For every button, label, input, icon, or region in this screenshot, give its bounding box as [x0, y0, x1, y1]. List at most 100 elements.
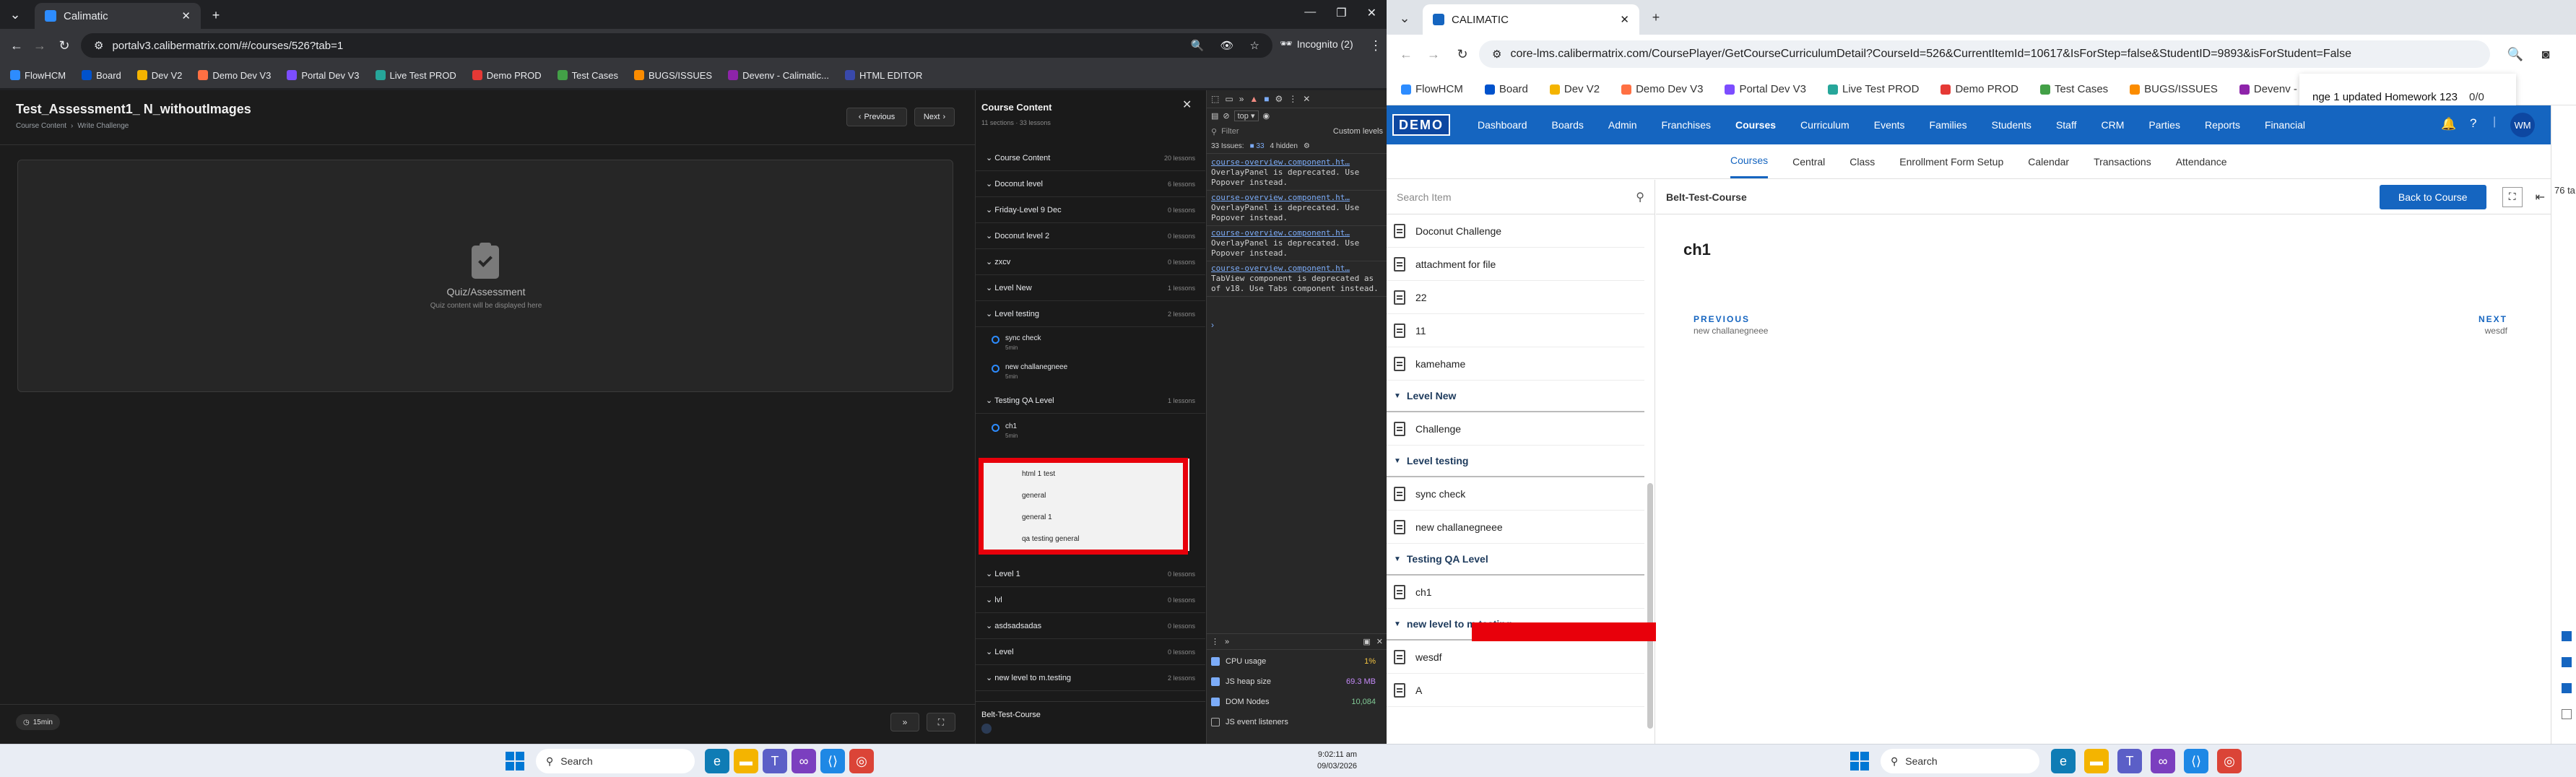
curriculum-section[interactable]: ▼ Testing QA Level [1387, 544, 1644, 576]
previous-button[interactable]: ‹ Previous [846, 108, 907, 126]
perf-metric-row[interactable]: JS event listeners [1207, 712, 1387, 732]
close-icon[interactable]: ✕ [1620, 13, 1629, 26]
edge-icon[interactable]: e [2051, 749, 2076, 773]
vscode-icon[interactable]: ⟨⟩ [820, 749, 845, 773]
bookmark-item[interactable]: Live Test PROD [1828, 83, 1919, 95]
back-icon[interactable]: ← [1395, 43, 1417, 65]
source-link[interactable]: course-overview.component.ht… [1211, 228, 1383, 238]
bookmark-item[interactable]: HTML EDITOR [845, 70, 922, 81]
left-tab-calimatic[interactable]: Calimatic ✕ [35, 3, 201, 29]
bookmark-star-icon[interactable]: ☆ [1250, 39, 1259, 52]
forward-icon[interactable]: → [29, 35, 51, 56]
curriculum-item[interactable]: sync check [1387, 477, 1644, 511]
lesson-item[interactable]: sync check 5min [976, 329, 1205, 357]
section-row[interactable]: ⌄ Doconut level 2 0 lessons [976, 223, 1205, 249]
section-row[interactable]: ⌄ Level New 1 lessons [976, 275, 1205, 301]
source-link[interactable]: course-overview.component.ht… [1211, 157, 1383, 168]
address-bar[interactable]: ⚙ portalv3.calibermatrix.com/#/courses/5… [81, 33, 1272, 58]
curriculum-item[interactable]: kamehame [1387, 347, 1644, 381]
checkbox-icon[interactable] [2562, 657, 2572, 667]
forward-icon[interactable]: → [1423, 43, 1444, 65]
address-bar[interactable]: ⚙ core-lms.calibermatrix.com/CoursePlaye… [1479, 40, 2490, 68]
bookmark-item[interactable]: BUGS/ISSUES [2130, 83, 2218, 95]
bookmark-item[interactable]: Portal Dev V3 [1725, 83, 1806, 95]
zoom-icon[interactable]: 🔍 [2505, 43, 2526, 65]
folder-icon[interactable]: ▬ [2084, 749, 2109, 773]
nav-item-parties[interactable]: Parties [2148, 119, 2180, 131]
nav-item-students[interactable]: Students [1992, 119, 2031, 131]
close-icon[interactable]: ✕ [1376, 637, 1383, 646]
section-row[interactable]: ⌄ zxcv 0 lessons [976, 249, 1205, 275]
bookmark-item[interactable]: Dev V2 [1549, 83, 1600, 95]
tab-search-icon[interactable]: ⌄ [4, 4, 26, 25]
tab-search-icon[interactable]: ⌄ [1394, 7, 1415, 29]
section-row[interactable]: ⌄ Friday-Level 9 Dec 0 lessons [976, 197, 1205, 223]
previous-link[interactable]: PREVIOUS new challanegneee [1694, 314, 1768, 336]
nav-item-staff[interactable]: Staff [2056, 119, 2077, 131]
logo[interactable]: DEMO [1392, 114, 1450, 136]
nav-item-curriculum[interactable]: Curriculum [1800, 119, 1849, 131]
inspect-icon[interactable]: ⬚ [1211, 94, 1219, 104]
eye-icon[interactable]: ◉ [1263, 111, 1270, 121]
nav-item-franchises[interactable]: Franchises [1662, 119, 1711, 131]
maximize-icon[interactable]: ❐ [1336, 6, 1346, 20]
chrome-icon[interactable]: ◎ [2217, 749, 2242, 773]
next-link[interactable]: NEXT wesdf [2479, 314, 2507, 336]
close-window-icon[interactable]: ✕ [1367, 6, 1376, 20]
nav-item-boards[interactable]: Boards [1552, 119, 1584, 131]
new-tab-icon[interactable]: + [1645, 6, 1667, 28]
start-icon[interactable] [1850, 752, 1869, 771]
search-input[interactable]: Search Item [1397, 191, 1636, 203]
curriculum-item[interactable]: ch1 [1387, 576, 1644, 609]
bookmark-item[interactable]: Portal Dev V3 [287, 70, 360, 81]
curriculum-item[interactable]: attachment for file [1387, 248, 1644, 281]
expand-icon[interactable]: ⛶ [2502, 186, 2523, 207]
subnav-item[interactable]: Transactions [2094, 156, 2151, 168]
chrome-icon[interactable]: ◎ [849, 749, 874, 773]
nav-item-events[interactable]: Events [1874, 119, 1905, 131]
next-button[interactable]: Next › [914, 108, 955, 126]
curriculum-item[interactable]: Doconut Challenge [1387, 214, 1644, 248]
bookmark-item[interactable]: Dev V2 [136, 70, 182, 81]
checkbox-icon[interactable] [2562, 709, 2572, 719]
subnav-item[interactable]: Attendance [2176, 156, 2227, 168]
site-info-icon[interactable]: ⚙ [1492, 48, 1501, 61]
more-tabs-icon[interactable]: » [1225, 638, 1229, 646]
bookmark-item[interactable]: Demo Dev V3 [198, 70, 271, 81]
curriculum-item[interactable]: 11 [1387, 314, 1644, 347]
subnav-item[interactable]: Central [1792, 156, 1825, 168]
lesson-ch1[interactable]: ch1 5min [976, 417, 1205, 445]
zoom-icon[interactable]: 🔍 [1191, 39, 1205, 52]
error-icon[interactable]: ▲ [1249, 94, 1258, 104]
folder-icon[interactable]: ▬ [734, 749, 758, 773]
perf-metric-row[interactable]: JS heap size 69.3 MB [1207, 672, 1387, 692]
levels-select[interactable]: Custom levels [1333, 127, 1383, 136]
issues-icon[interactable]: ■ [1264, 94, 1269, 104]
issues-label[interactable]: 33 Issues: [1211, 142, 1244, 150]
teams-icon[interactable]: T [2117, 749, 2142, 773]
section-testing-qa[interactable]: ⌄ Testing QA Level 1 lessons [976, 388, 1205, 414]
section-row[interactable]: ⌄ Level 0 lessons [976, 639, 1205, 665]
nav-item-dashboard[interactable]: Dashboard [1478, 119, 1527, 131]
clock[interactable]: 9:02:11 am 09/03/2026 [1317, 749, 1357, 772]
close-icon[interactable]: ✕ [1303, 94, 1310, 104]
profile-icon[interactable]: ◙ [2535, 43, 2557, 65]
bookmark-item[interactable]: Demo Dev V3 [1621, 83, 1703, 95]
bell-icon[interactable]: 🔔 [2441, 117, 2456, 131]
console-prompt[interactable]: › [1211, 320, 1214, 330]
more-tabs-icon[interactable]: » [1239, 94, 1244, 104]
search-icon[interactable]: ⚲ [1636, 190, 1644, 204]
edge-icon[interactable]: e [705, 749, 729, 773]
section-row[interactable]: ⌄ new level to m.testing 2 lessons [976, 665, 1205, 691]
dock-icon[interactable]: ▣ [1363, 637, 1370, 646]
subnav-item[interactable]: Courses [1730, 144, 1769, 178]
help-icon[interactable]: ? [2470, 116, 2476, 131]
bookmark-item[interactable]: FlowHCM [10, 70, 66, 81]
nav-item-financial[interactable]: Financial [2265, 119, 2305, 131]
filter-input[interactable]: Filter [1221, 127, 1329, 136]
context-select[interactable]: top ▾ [1233, 110, 1259, 121]
section-row[interactable]: ⌄ Level 1 0 lessons [976, 561, 1205, 587]
visual-studio-icon[interactable]: ∞ [2151, 749, 2175, 773]
section-row[interactable]: ⌄ asdsadsadas 0 lessons [976, 613, 1205, 639]
collapse-panel-icon[interactable]: ⇤ [2536, 190, 2545, 204]
